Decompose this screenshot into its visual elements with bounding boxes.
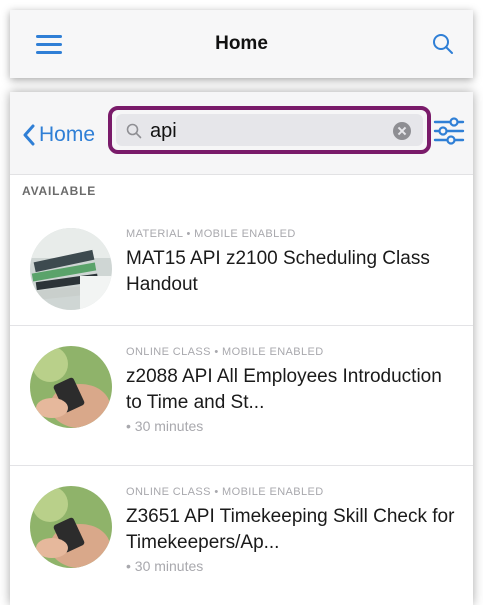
top-nav-bar: Home [10, 10, 473, 78]
material-thumbnail [30, 228, 112, 310]
item-duration: • 30 minutes [126, 558, 204, 574]
search-field[interactable] [116, 114, 423, 146]
clear-search-icon[interactable] [393, 122, 411, 140]
search-results-panel: Home AVAILABLE [10, 92, 473, 605]
item-title: Z3651 API Timekeeping Skill Check for Ti… [126, 506, 455, 553]
list-item[interactable]: ONLINE CLASS • MOBILE ENABLED Z3651 API … [10, 466, 473, 605]
item-duration: • 30 minutes [126, 418, 204, 434]
back-button-label: Home [39, 123, 96, 146]
results-list: MATERIAL • MOBILE ENABLED MAT15 API z210… [10, 208, 473, 605]
section-header: AVAILABLE [22, 184, 97, 198]
online-class-thumbnail [30, 346, 112, 428]
online-class-thumbnail [30, 486, 112, 568]
search-field-highlight [108, 106, 431, 154]
page-title: Home [215, 33, 268, 54]
search-icon [126, 123, 142, 139]
search-input[interactable] [150, 118, 380, 144]
item-meta: MATERIAL • MOBILE ENABLED [126, 228, 296, 240]
item-title: z2088 API All Employees Introduction to … [126, 366, 442, 413]
search-icon[interactable] [431, 32, 455, 56]
list-item[interactable]: MATERIAL • MOBILE ENABLED MAT15 API z210… [10, 208, 473, 326]
item-meta: ONLINE CLASS • MOBILE ENABLED [126, 486, 324, 498]
sliders-filter-icon[interactable] [433, 116, 465, 146]
list-item[interactable]: ONLINE CLASS • MOBILE ENABLED z2088 API … [10, 326, 473, 466]
search-bar: Home [10, 92, 473, 175]
item-meta: ONLINE CLASS • MOBILE ENABLED [126, 346, 324, 358]
item-title: MAT15 API z2100 Scheduling Class Handout [126, 248, 430, 295]
hamburger-menu-icon[interactable] [36, 35, 62, 55]
back-button[interactable]: Home [22, 120, 95, 150]
chevron-left-icon [23, 124, 35, 146]
